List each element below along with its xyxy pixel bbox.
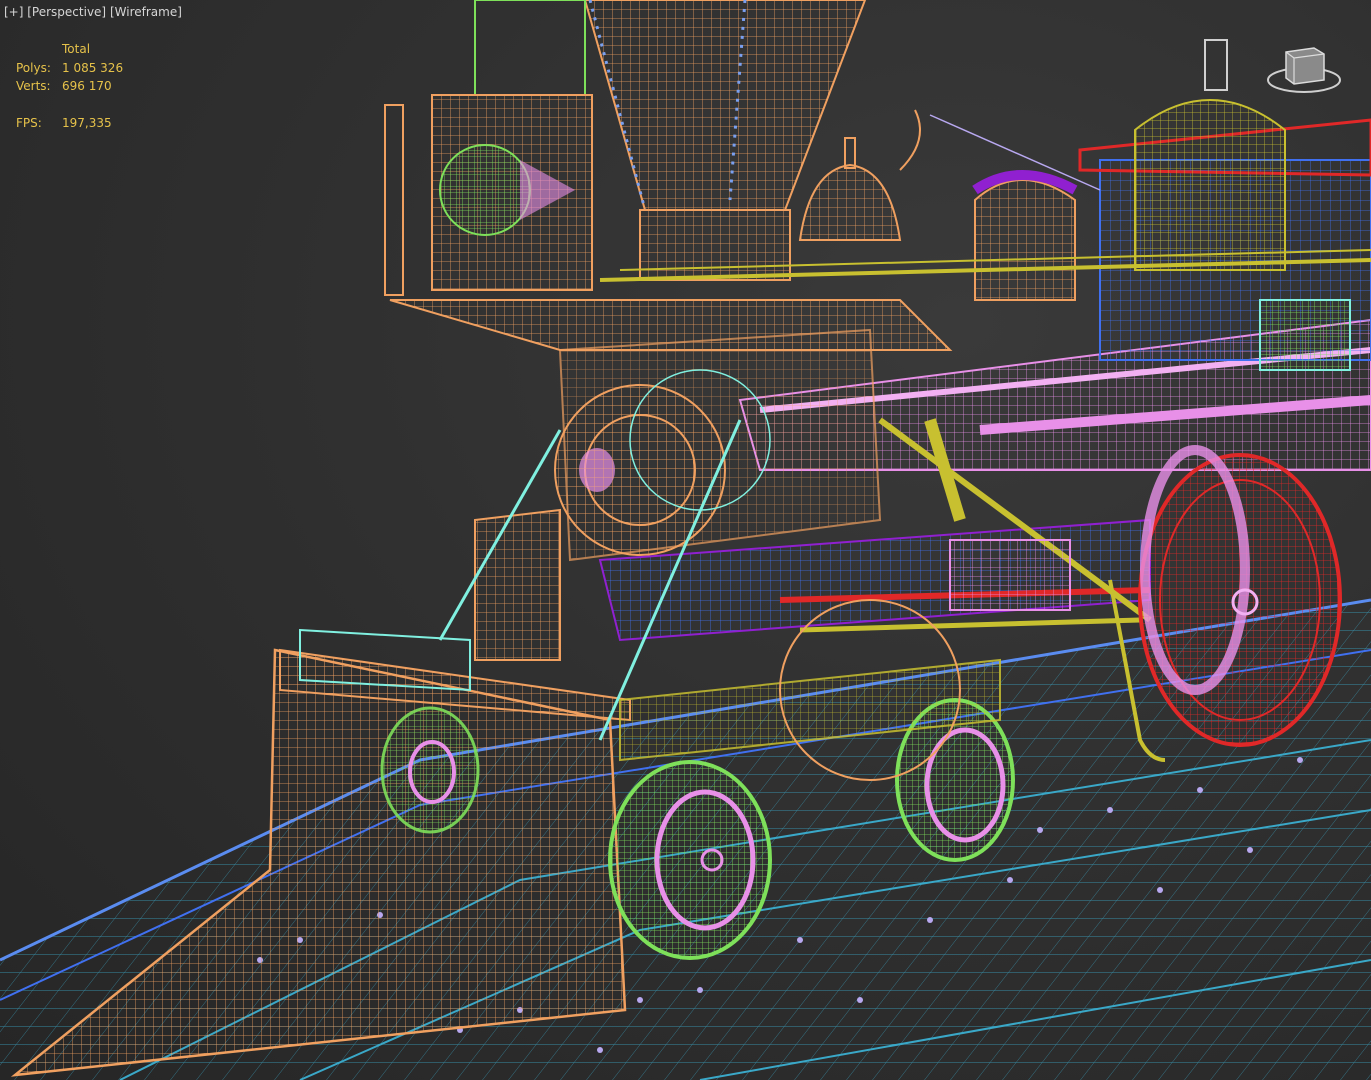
viewport-menu-plus[interactable]: [+] (4, 5, 23, 19)
driver-wheel (1138, 445, 1342, 747)
stats-verts-row: Verts: 696 170 (16, 77, 123, 96)
bell (798, 109, 921, 241)
verts-label: Verts: (16, 79, 51, 93)
stats-fps-row: FPS: 197,335 (16, 114, 123, 133)
verts-value: 696 170 (62, 79, 112, 93)
viewport-menu-perspective[interactable]: [Perspective] (27, 5, 106, 19)
polys-value: 1 085 326 (62, 60, 124, 75)
fps-value: 197,335 (62, 115, 112, 130)
polys-label: Polys: (16, 60, 51, 75)
viewport-label-bar: [+] [Perspective] [Wireframe] (4, 5, 182, 19)
viewport-menu-shading[interactable]: [Wireframe] (110, 5, 182, 19)
viewcube-icon[interactable] (1264, 40, 1344, 100)
stats-polys-row: Polys: 1 085 326 (16, 59, 123, 78)
fps-label: FPS: (16, 115, 42, 130)
statistics-overlay: Total Polys: 1 085 326 Verts: 696 170 FP… (16, 40, 123, 132)
viewport-wireframe-scene[interactable] (0, 0, 1371, 1080)
stats-header: Total (62, 42, 91, 56)
